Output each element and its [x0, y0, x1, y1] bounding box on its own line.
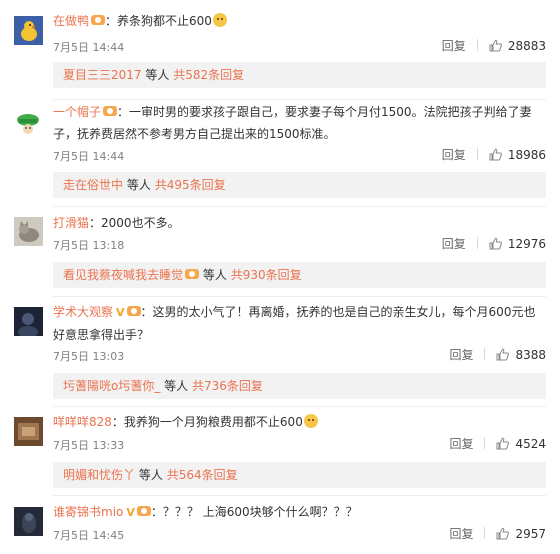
night-avatar-icon	[14, 507, 43, 536]
fan-badge-icon	[103, 102, 118, 116]
reply-button[interactable]: 回复	[442, 146, 466, 163]
sub-reply-user-link[interactable]: 圬蓍陽咣o圬蓍你_	[63, 379, 160, 393]
sub-replies-bar[interactable]: 明媚和忧伤丫 等人 共564条回复	[53, 462, 546, 488]
avatar[interactable]	[14, 16, 43, 45]
verified-v-icon: V	[126, 506, 135, 519]
reply-button[interactable]: 回复	[449, 346, 473, 363]
duck-avatar-icon	[14, 16, 43, 45]
verified-v-icon: V	[116, 306, 125, 319]
username-link[interactable]: 学术大观察	[53, 305, 113, 319]
like-count: 12976	[507, 237, 546, 251]
like-button[interactable]: 18986	[489, 148, 546, 162]
sub-replies-bar[interactable]: 看见我蔡夜喊我去睡觉 等人 共930条回复	[53, 262, 546, 288]
like-button[interactable]: 8388	[496, 348, 546, 362]
reply-count-link[interactable]: 共564条回复	[167, 468, 238, 482]
thumbs-up-icon	[496, 437, 510, 450]
comment-text: 我养狗一个月狗粮费用都不止600	[123, 415, 303, 429]
reply-button[interactable]: 回复	[449, 435, 473, 452]
like-count: 2957	[515, 527, 546, 541]
cat-avatar-icon	[14, 217, 43, 246]
comment-content: 学术大观察 V ：这男的太小气了！再离婚，抚养的也是自己的亲生女儿，每个月600元也…	[53, 301, 541, 346]
sub-replies-bar[interactable]: 夏目三三2017 等人 共582条回复	[53, 62, 546, 88]
username-link[interactable]: 打滑猫	[53, 216, 89, 230]
comment-content: 在做鸭 ：养条狗都不止600	[53, 12, 227, 30]
sub-replies-bar[interactable]: 圬蓍陽咣o圬蓍你_ 等人 共736条回复	[53, 373, 546, 399]
username-link[interactable]: 一个帽子	[53, 105, 101, 119]
like-button[interactable]: 12976	[489, 237, 546, 251]
sub-replies-bar[interactable]: 走在俗世中 等人 共495条回复	[53, 172, 546, 198]
sub-reply-user-link[interactable]: 看见我蔡夜喊我去睡觉	[63, 268, 183, 282]
reply-count-link[interactable]: 共495条回复	[155, 178, 226, 192]
avatar[interactable]	[14, 307, 43, 336]
comment-text: ？？？ 上海600块够个什么啊？？？	[162, 505, 358, 519]
like-button[interactable]: 28883	[489, 39, 546, 53]
comment-text: 2000也不多。	[101, 216, 180, 230]
reply-button[interactable]: 回复	[449, 525, 473, 542]
like-count: 18986	[507, 148, 546, 162]
comment-actions: 回复 12976	[442, 235, 546, 252]
comment-actions: 回复 4524	[449, 435, 546, 452]
comment-content: 一个帽子 ：一审时男的要求孩子跟自己，要求妻子每个月付1500。法院把孩子判给了妻…	[53, 101, 541, 145]
avatar[interactable]	[14, 417, 43, 446]
sub-reply-user-link[interactable]: 明媚和忧伤丫	[63, 468, 135, 482]
comment-text: 这男的太小气了！再离婚，抚养的也是自己的亲生女儿，每个月600元也好意思拿得出手…	[53, 305, 536, 342]
sub-reply-user-link[interactable]: 夏目三三2017	[63, 68, 142, 82]
username-link[interactable]: 在做鸭	[53, 14, 89, 28]
like-count: 8388	[515, 348, 546, 362]
thumbs-up-icon	[496, 527, 510, 540]
grimace-emoji-icon	[303, 414, 318, 428]
avatar[interactable]	[14, 217, 43, 246]
fan-badge-icon	[91, 13, 106, 25]
comment-content: 打滑猫：2000也不多。	[53, 216, 180, 230]
comment-time: 7月5日 13:33	[53, 439, 125, 452]
thumbs-up-icon	[489, 237, 502, 250]
reply-count-link[interactable]: 共582条回复	[173, 68, 244, 82]
comment-content: 谁寄锦书mio V：？？？ 上海600块够个什么啊？？？	[53, 503, 358, 522]
like-count: 4524	[515, 437, 546, 451]
comment-actions: 回复 18986	[442, 146, 546, 163]
green-hat-avatar-icon	[14, 108, 43, 137]
comment-time: 7月5日 13:03	[53, 350, 125, 363]
username-link[interactable]: 咩咩咩828	[53, 415, 112, 429]
like-button[interactable]: 4524	[496, 437, 546, 451]
comment-time: 7月5日 14:44	[53, 41, 125, 54]
comment-time: 7月5日 13:18	[53, 239, 125, 252]
comment-text: 养条狗都不止600	[117, 14, 212, 28]
comment-time: 7月5日 14:45	[53, 529, 125, 542]
brown-avatar-icon	[14, 417, 43, 446]
fan-badge-icon	[185, 263, 200, 279]
avatar[interactable]	[14, 507, 43, 536]
like-count: 28883	[507, 39, 546, 53]
comment-actions: 回复 2957	[449, 525, 546, 542]
like-button[interactable]: 2957	[496, 527, 546, 541]
thumbs-up-icon	[489, 39, 502, 52]
fan-badge-icon	[136, 504, 151, 516]
reply-count-link[interactable]: 共736条回复	[192, 379, 263, 393]
smile-emoji-icon	[212, 13, 227, 27]
comment-actions: 回复 8388	[449, 346, 546, 363]
comment-time: 7月5日 14:44	[53, 150, 125, 163]
reply-count-link[interactable]: 共930条回复	[231, 268, 302, 282]
thumbs-up-icon	[496, 348, 510, 361]
avatar[interactable]	[14, 108, 43, 137]
comment-content: 咩咩咩828：我养狗一个月狗粮费用都不止600	[53, 413, 318, 431]
comment-actions: 回复 28883	[442, 37, 546, 54]
username-link[interactable]: 谁寄锦书mio	[53, 505, 123, 519]
fan-badge-icon	[126, 302, 141, 316]
dark-avatar-icon	[14, 307, 43, 336]
reply-button[interactable]: 回复	[442, 37, 466, 54]
reply-button[interactable]: 回复	[442, 235, 466, 252]
thumbs-up-icon	[489, 148, 502, 161]
sub-reply-user-link[interactable]: 走在俗世中	[63, 178, 123, 192]
